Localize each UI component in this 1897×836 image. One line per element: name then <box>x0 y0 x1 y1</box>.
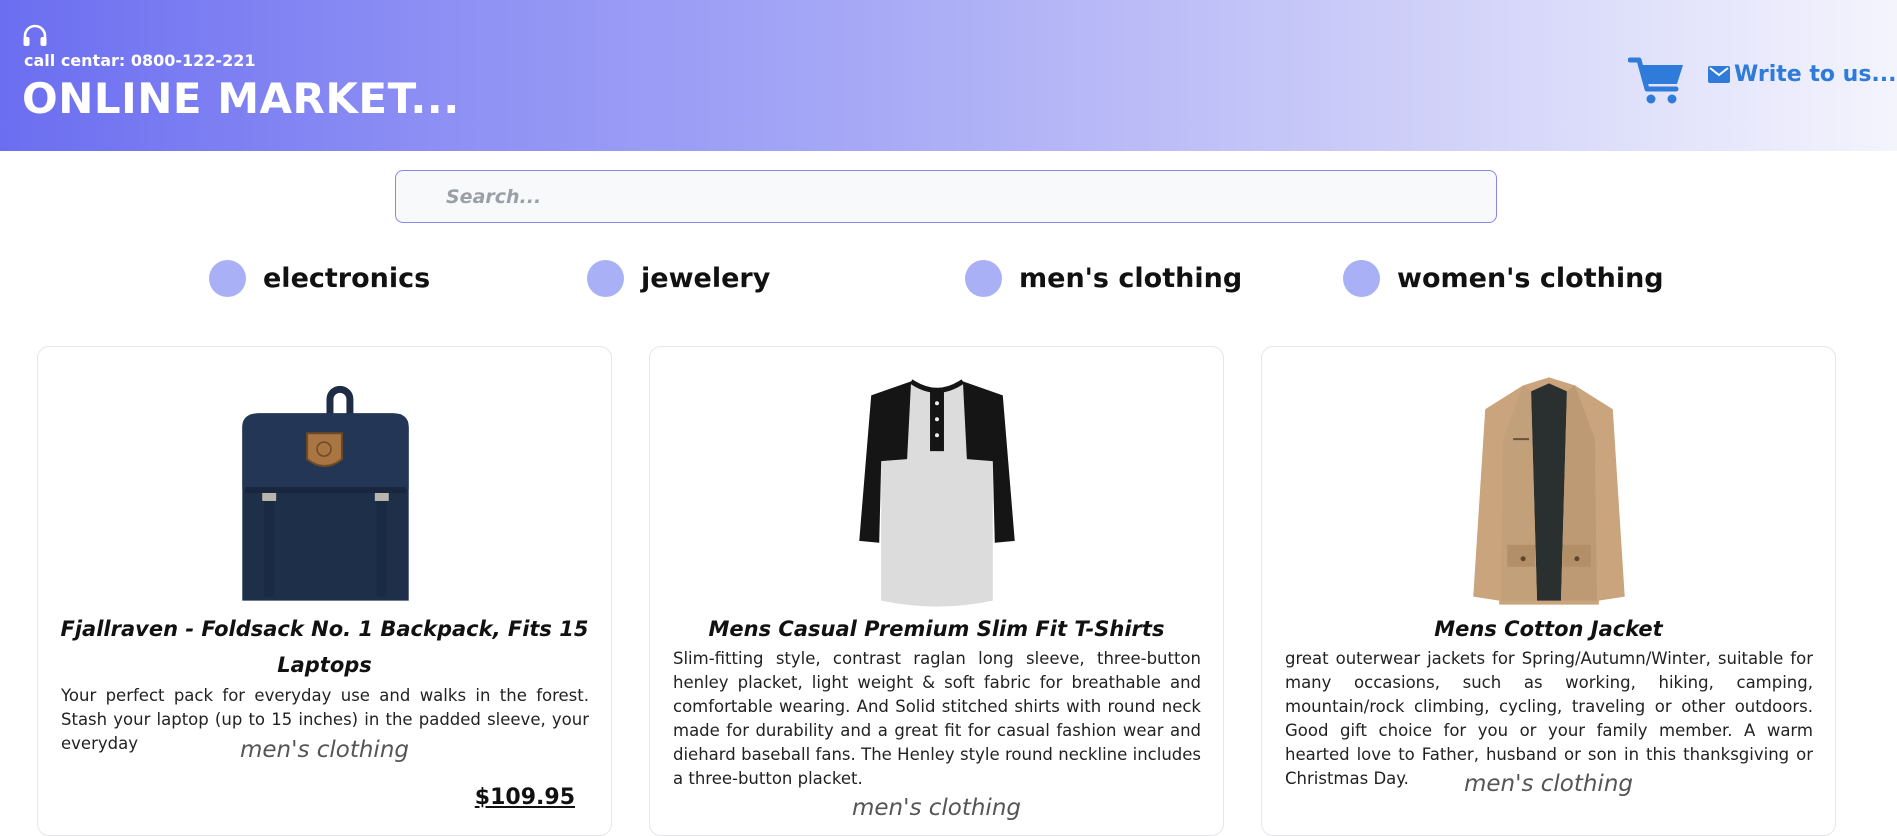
backpack-icon <box>242 385 409 601</box>
search-input[interactable] <box>444 171 1448 223</box>
write-to-us-label: Write to us... <box>1734 62 1897 87</box>
product-description: great outerwear jackets for Spring/Autum… <box>1285 649 1813 788</box>
product-card[interactable]: Mens Cotton Jacket great outerwear jacke… <box>1261 346 1836 836</box>
category-mens-clothing[interactable]: men's clothing <box>965 258 1242 298</box>
product-description: Slim-fitting style, contrast raglan long… <box>673 649 1201 788</box>
radio-dot[interactable] <box>587 259 624 297</box>
mail-icon <box>1708 66 1730 83</box>
site-header: call centar: 0800-122-221 ONLINE MARKET.… <box>0 0 1897 151</box>
product-card[interactable]: Mens Casual Premium Slim Fit T-Shirts Sl… <box>649 346 1224 836</box>
search-bar <box>395 170 1497 223</box>
category-womens-clothing[interactable]: women's clothing <box>1343 258 1664 298</box>
brand-title[interactable]: ONLINE MARKET... <box>22 74 460 123</box>
product-title[interactable]: Mens Cotton Jacket <box>1284 611 1813 647</box>
product-category: men's clothing <box>239 737 410 763</box>
category-label: men's clothing <box>1019 262 1243 294</box>
call-center-text: call centar: 0800-122-221 <box>24 51 256 70</box>
category-label: women's clothing <box>1397 262 1664 294</box>
product-category: men's clothing <box>851 795 1022 821</box>
write-to-us-link[interactable]: Write to us... <box>1708 62 1897 87</box>
category-electronics[interactable]: electronics <box>209 258 430 298</box>
cart-icon[interactable] <box>1628 56 1686 106</box>
product-title[interactable]: Fjallraven - Foldsack No. 1 Backpack, Fi… <box>60 611 589 683</box>
product-price: $109.95 <box>474 785 575 810</box>
category-label: electronics <box>263 262 431 294</box>
radio-dot[interactable] <box>209 259 246 297</box>
radio-dot[interactable] <box>965 259 1002 297</box>
category-jewelery[interactable]: jewelery <box>587 258 770 298</box>
product-card[interactable]: Fjallraven - Foldsack No. 1 Backpack, Fi… <box>37 346 612 836</box>
radio-dot[interactable] <box>1343 259 1380 297</box>
headset-icon <box>23 24 47 46</box>
tshirt-icon <box>859 379 1015 607</box>
product-title[interactable]: Mens Casual Premium Slim Fit T-Shirts <box>672 611 1201 647</box>
jacket-icon <box>1473 377 1625 605</box>
product-category: men's clothing <box>1463 771 1634 797</box>
category-label: jewelery <box>641 262 771 294</box>
